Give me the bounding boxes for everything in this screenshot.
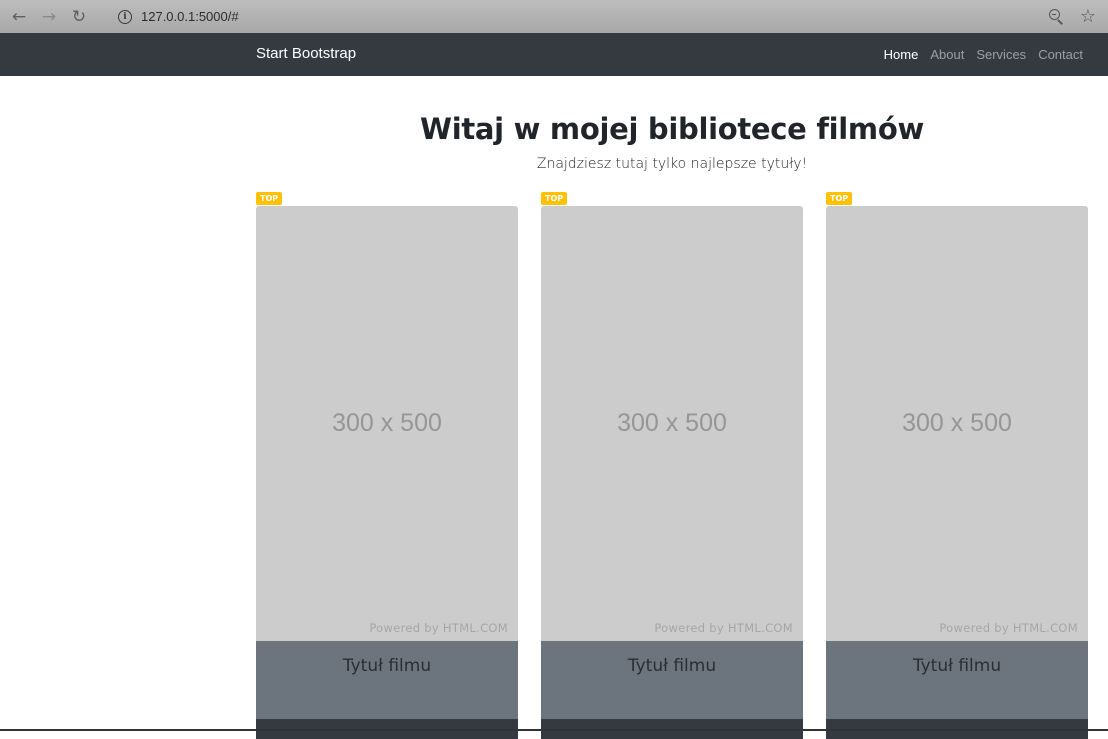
nav-links: Home About Services Contact — [884, 47, 1083, 62]
site-navbar: Start Bootstrap Home About Services Cont… — [0, 33, 1108, 76]
top-badge: TOP — [826, 192, 853, 205]
movie-card[interactable]: TOP 300 x 500 Powered by HTML.COM Tytuł … — [541, 192, 803, 739]
top-badge: TOP — [541, 192, 568, 205]
card-title-bar: Tytuł filmu — [256, 641, 518, 719]
top-badge: TOP — [256, 192, 283, 205]
movie-title: Tytuł filmu — [627, 656, 717, 676]
page-title: Witaj w mojej bibliotece filmów — [420, 112, 924, 146]
nav-link-home[interactable]: Home — [884, 47, 919, 62]
reload-icon[interactable]: ↻ — [64, 0, 94, 33]
placeholder-dimensions: 300 x 500 — [902, 409, 1012, 437]
movie-poster-placeholder: 300 x 500 Powered by HTML.COM — [826, 206, 1088, 641]
powered-by-text: Powered by HTML.COM — [369, 621, 508, 635]
nav-link-services[interactable]: Services — [976, 47, 1026, 62]
nav-link-contact[interactable]: Contact — [1038, 47, 1083, 62]
movie-title: Tytuł filmu — [912, 656, 1002, 676]
card-title-bar: Tytuł filmu — [826, 641, 1088, 719]
powered-by-text: Powered by HTML.COM — [939, 621, 1078, 635]
movie-poster-placeholder: 300 x 500 Powered by HTML.COM — [541, 206, 803, 641]
bookmark-star-icon[interactable]: ☆ — [1080, 7, 1096, 26]
card-title-bar: Tytuł filmu — [541, 641, 803, 719]
nav-link-about[interactable]: About — [930, 47, 964, 62]
zoom-icon[interactable] — [1048, 9, 1064, 25]
movie-title: Tytuł filmu — [342, 656, 432, 676]
navbar-brand[interactable]: Start Bootstrap — [256, 45, 356, 62]
movie-poster-placeholder: 300 x 500 Powered by HTML.COM — [256, 206, 518, 641]
placeholder-dimensions: 300 x 500 — [332, 409, 442, 437]
powered-by-text: Powered by HTML.COM — [654, 621, 793, 635]
address-bar[interactable]: 127.0.0.1:5000/# — [141, 9, 239, 24]
back-arrow-icon[interactable]: ← — [4, 0, 34, 33]
page-subtitle: Znajdziesz tutaj tylko najlepsze tytuły! — [536, 156, 808, 172]
movie-card[interactable]: TOP 300 x 500 Powered by HTML.COM Tytuł … — [256, 192, 518, 739]
placeholder-dimensions: 300 x 500 — [617, 409, 727, 437]
browser-toolbar: ← → ↻ i 127.0.0.1:5000/# ☆ — [0, 0, 1108, 33]
site-info-icon[interactable]: i — [118, 9, 132, 24]
movie-card[interactable]: TOP 300 x 500 Powered by HTML.COM Tytuł … — [826, 192, 1088, 739]
forward-arrow-icon[interactable]: → — [34, 0, 64, 33]
